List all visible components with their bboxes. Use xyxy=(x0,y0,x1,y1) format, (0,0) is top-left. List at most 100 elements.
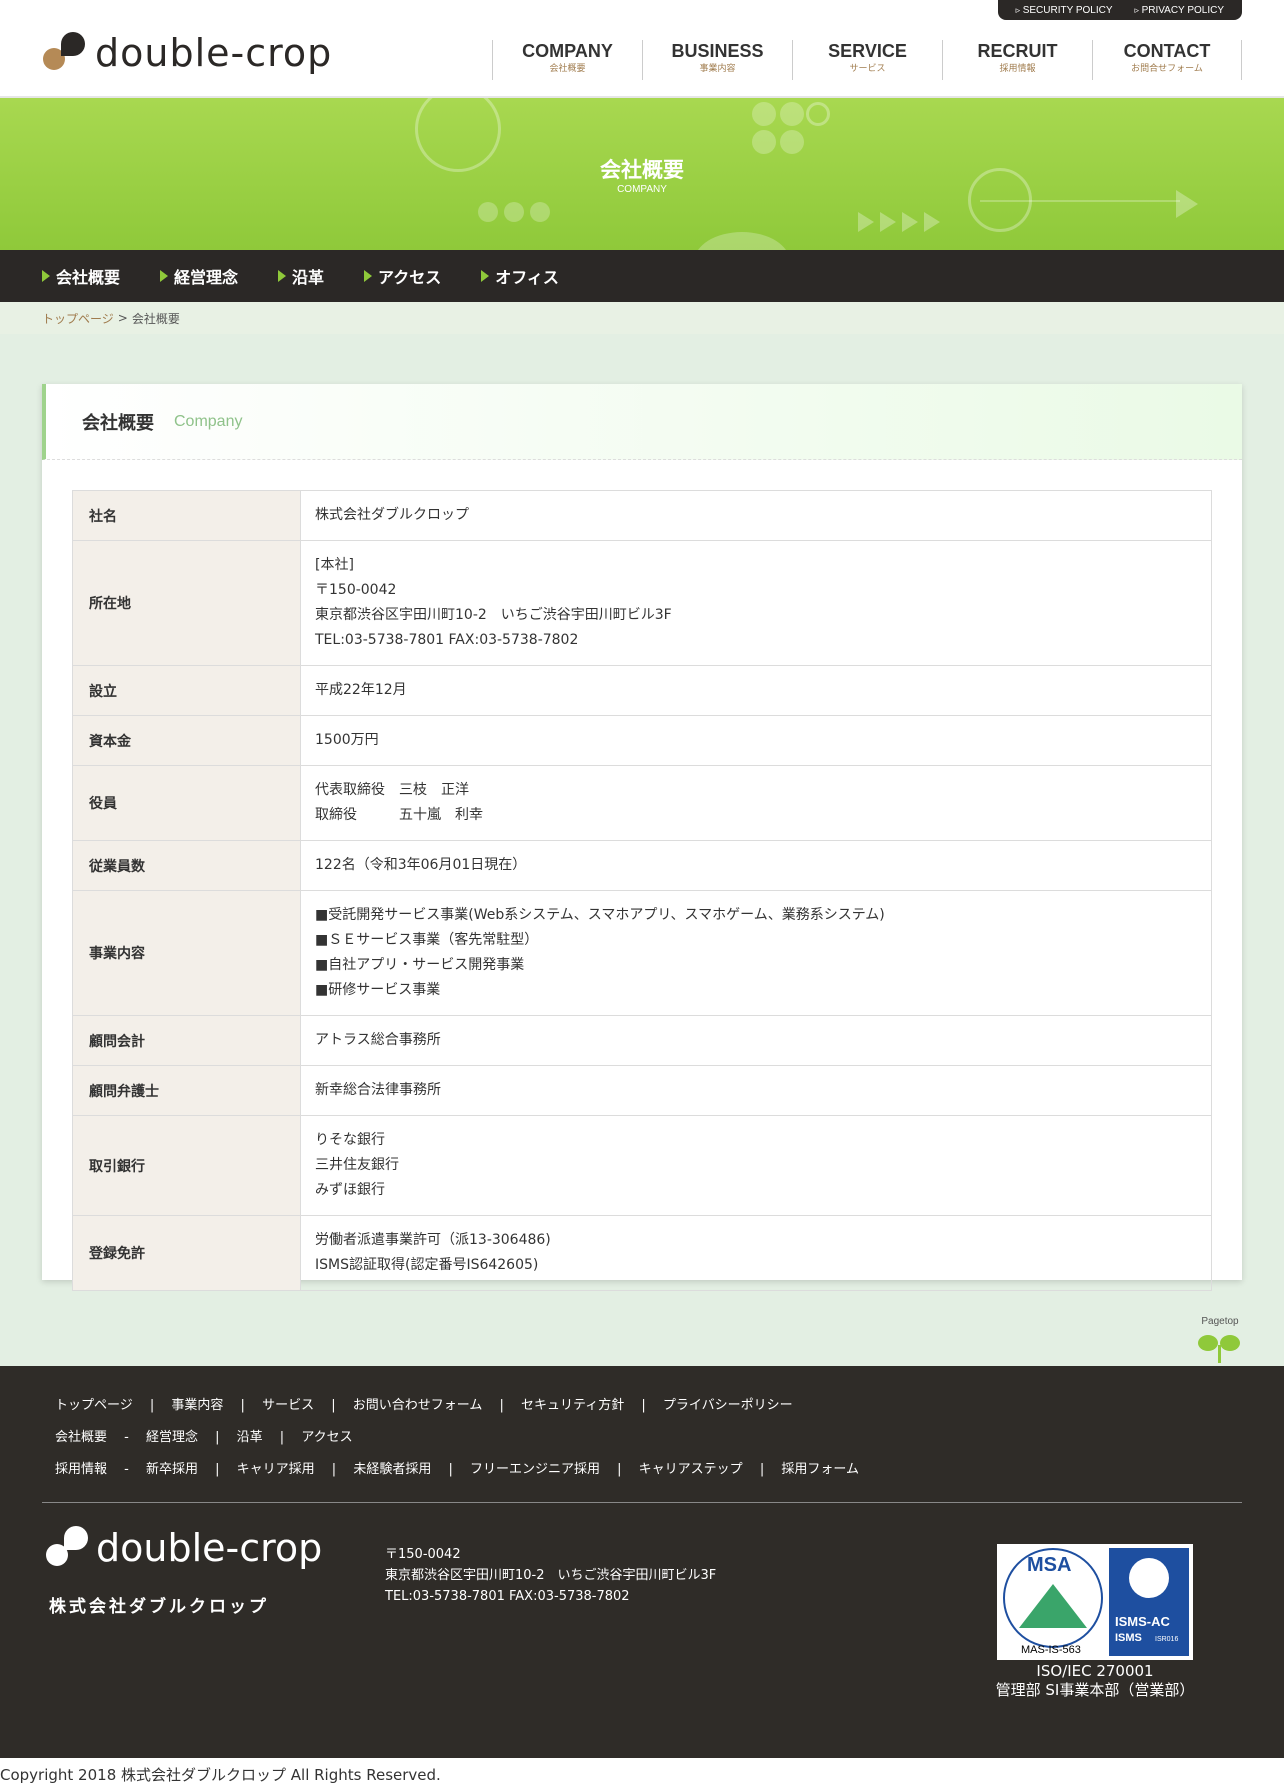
footer-link[interactable]: 事業内容 xyxy=(171,1394,223,1413)
global-nav: COMPANY 会社概要 BUSINESS 事業内容 SERVICE サービス REC… xyxy=(492,40,1242,80)
footer-link[interactable]: 経営理念 xyxy=(146,1426,198,1445)
isms-label: ISMS xyxy=(1115,1632,1142,1644)
row-value-line: ■ＳＥサービス事業（客先常駐型） xyxy=(315,932,539,948)
footer-link[interactable]: 採用情報 xyxy=(55,1458,107,1477)
utility-nav: SECURITY POLICY PRIVACY POLICY xyxy=(997,0,1242,20)
footer-link[interactable]: 沿革 xyxy=(237,1426,263,1445)
subnav-item-office[interactable]: オフィス xyxy=(481,264,559,288)
footer-separator: | xyxy=(198,1430,237,1445)
pagetop-label: Pagetop xyxy=(1201,1316,1239,1327)
footer-separator: | xyxy=(600,1462,639,1477)
nav-company[interactable]: COMPANY 会社概要 xyxy=(492,40,642,80)
cert-caption-line: ISO/IEC 270001 xyxy=(1036,1662,1154,1680)
privacy-policy-link[interactable]: PRIVACY POLICY xyxy=(1135,5,1224,16)
isms-emblem-icon xyxy=(1129,1558,1169,1598)
row-value-line: 1500万円 xyxy=(315,732,379,748)
row-value: アトラス総合事務所 xyxy=(300,1015,1212,1066)
row-value: 株式会社ダブルクロップ xyxy=(300,490,1212,541)
table-row: 顧問弁護士 新幸総合法律事務所 xyxy=(72,1065,1212,1116)
row-value-line: みずほ銀行 xyxy=(315,1182,385,1198)
footer-separator: - xyxy=(107,1462,146,1477)
isms-ac-label: ISMS-AC xyxy=(1115,1614,1170,1629)
isms-certification-badge: MSA MAS-IS-563 ISMS-AC ISMS ISR016 xyxy=(997,1544,1193,1660)
nav-label: COMPANY xyxy=(522,41,613,61)
nav-label: RECRUIT xyxy=(977,41,1058,61)
subnav-item-company[interactable]: 会社概要 xyxy=(42,264,120,288)
cert-caption-line: 管理部 SI事業本部（営業部） xyxy=(995,1681,1195,1699)
footer-link[interactable]: 会社概要 xyxy=(55,1426,107,1445)
table-row: 資本金 1500万円 xyxy=(72,715,1212,766)
row-value-line: ■受託開発サービス事業(Web系システム、スマホアプリ、スマホゲーム、業務系シス… xyxy=(315,907,885,923)
footer-link[interactable]: トップページ xyxy=(55,1394,133,1413)
table-row: 取引銀行 りそな銀行 三井住友銀行 みずほ銀行 xyxy=(72,1115,1212,1216)
footer-link[interactable]: お問い合わせフォーム xyxy=(353,1394,483,1413)
nav-label: CONTACT xyxy=(1123,41,1211,61)
nav-sublabel: サービス xyxy=(849,64,886,74)
pagetop-button[interactable]: Pagetop xyxy=(1196,1316,1244,1368)
breadcrumb: トップページ > 会社概要 xyxy=(0,302,1284,334)
row-value-line: 三井住友銀行 xyxy=(315,1157,399,1173)
footer-link[interactable]: サービス xyxy=(262,1394,314,1413)
row-label: 登録免許 xyxy=(72,1215,301,1291)
footer-address-line: TEL:03-5738-7801 FAX:03-5738-7802 xyxy=(385,1589,630,1604)
row-label: 顧問会計 xyxy=(72,1015,301,1066)
footer-link[interactable]: キャリア採用 xyxy=(237,1458,315,1477)
footer-link[interactable]: プライバシーポリシー xyxy=(663,1394,793,1413)
footer-logo-mark-icon xyxy=(46,1526,90,1570)
row-value-line: ISMS認証取得(認定番号IS642605) xyxy=(315,1257,539,1273)
footer-separator: | xyxy=(132,1398,172,1413)
footer-link[interactable]: 新卒採用 xyxy=(146,1458,198,1477)
row-value: りそな銀行 三井住友銀行 みずほ銀行 xyxy=(300,1115,1212,1216)
footer-separator: | xyxy=(314,1398,353,1413)
security-policy-link[interactable]: SECURITY POLICY xyxy=(1016,5,1113,16)
copyright: Copyright 2018 株式会社ダブルクロップ All Rights Re… xyxy=(0,1766,441,1784)
decor-dot xyxy=(752,130,776,154)
table-row: 所在地 [本社] 〒150-0042 東京都渋谷区宇田川町10-2 いちご渋谷宇田川町… xyxy=(72,540,1212,666)
footer-link[interactable]: キャリアステップ xyxy=(639,1458,743,1477)
subnav-item-philosophy[interactable]: 経営理念 xyxy=(160,264,238,288)
decor-dot xyxy=(478,202,498,222)
footer-link[interactable]: フリーエンジニア採用 xyxy=(470,1458,600,1477)
footer-logo-text: double-crop xyxy=(96,1526,323,1570)
row-label: 設立 xyxy=(72,665,301,716)
row-value: 122名（令和3年06月01日現在） xyxy=(300,840,1212,891)
row-value: 代表取締役 三枝 正洋 取締役 五十嵐 利幸 xyxy=(300,765,1212,841)
card-title-en: Company xyxy=(174,412,243,430)
breadcrumb-current: 会社概要 xyxy=(131,311,180,326)
decor-arrow xyxy=(858,212,874,232)
decor-dot xyxy=(530,202,550,222)
decor-dot xyxy=(780,130,804,154)
nav-recruit[interactable]: RECRUIT 採用情報 xyxy=(942,40,1092,80)
footer-link[interactable]: セキュリティ方針 xyxy=(521,1394,624,1413)
nav-sublabel: 採用情報 xyxy=(999,64,1036,74)
row-value: [本社] 〒150-0042 東京都渋谷区宇田川町10-2 いちご渋谷宇田川町ビル3… xyxy=(300,540,1212,666)
subnav-item-history[interactable]: 沿革 xyxy=(278,264,324,288)
footer-link[interactable]: 未経験者採用 xyxy=(353,1458,431,1477)
table-row: 事業内容 ■受託開発サービス事業(Web系システム、スマホアプリ、スマホゲーム、業… xyxy=(72,890,1212,1016)
decor-line xyxy=(980,200,1180,202)
nav-service[interactable]: SERVICE サービス xyxy=(792,40,942,80)
footer-nav-row-2: 会社概要 - 経営理念 | 沿革 | アクセス xyxy=(55,1426,353,1445)
footer-link[interactable]: アクセス xyxy=(301,1426,352,1445)
row-value-line: 代表取締役 三枝 正洋 xyxy=(315,782,469,798)
footer-logo[interactable]: double-crop xyxy=(46,1526,322,1570)
row-label: 資本金 xyxy=(72,715,301,766)
nav-sublabel: 会社概要 xyxy=(549,64,586,74)
row-value-line: 東京都渋谷区宇田川町10-2 いちご渋谷宇田川町ビル3F xyxy=(315,607,672,623)
footer-separator: | xyxy=(624,1398,663,1413)
row-value-line: 平成22年12月 xyxy=(315,682,407,698)
site-logo[interactable]: double-crop xyxy=(43,30,332,76)
subnav-item-access[interactable]: アクセス xyxy=(364,264,441,288)
nav-label: SERVICE xyxy=(828,41,907,61)
company-info-card: 会社概要 Company 社名 株式会社ダブルクロップ 所在地 [本社] 〒150-00… xyxy=(42,384,1242,1291)
nav-contact[interactable]: CONTACT お問合せフォーム xyxy=(1092,40,1242,80)
decor-circle xyxy=(806,102,830,126)
nav-business[interactable]: BUSINESS 事業内容 xyxy=(642,40,792,80)
site-header: double-crop SECURITY POLICY PRIVACY POLI… xyxy=(0,0,1284,98)
table-row: 従業員数 122名（令和3年06月01日現在） xyxy=(72,840,1212,891)
page-title: 会社概要 xyxy=(600,158,684,182)
breadcrumb-home-link[interactable]: トップページ xyxy=(42,310,114,327)
footer-link[interactable]: 採用フォーム xyxy=(781,1458,859,1477)
decor-dot xyxy=(694,232,790,250)
company-info-table: 社名 株式会社ダブルクロップ 所在地 [本社] 〒150-0042 東京都渋谷区宇田川町1… xyxy=(72,490,1212,1291)
